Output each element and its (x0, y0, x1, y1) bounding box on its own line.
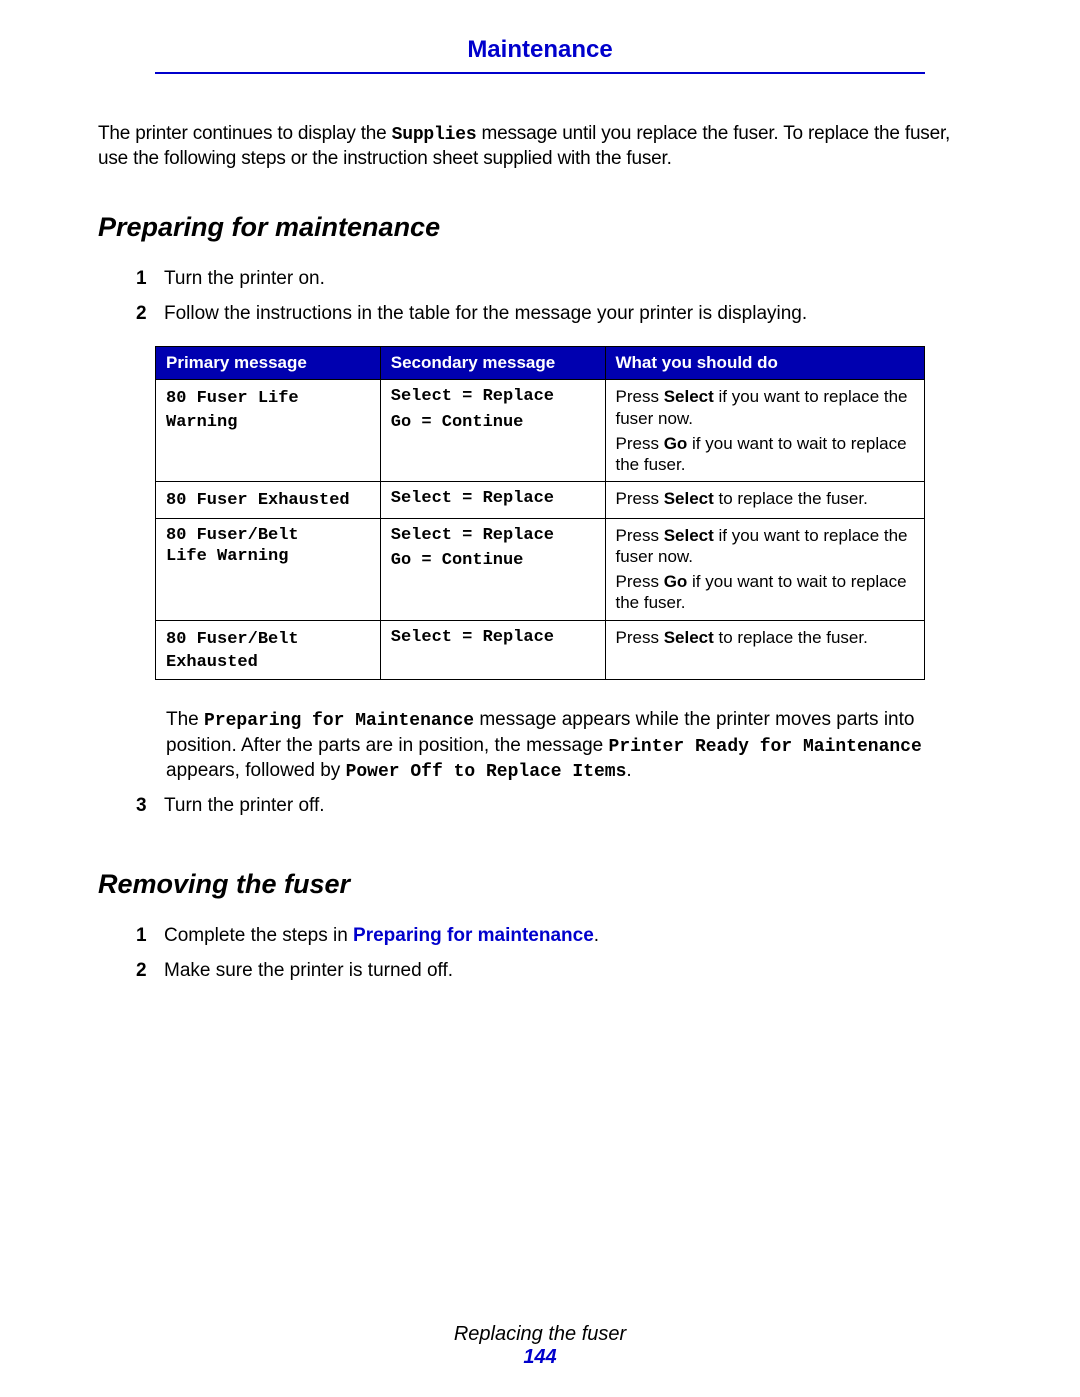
step-text: Complete the steps in Preparing for main… (164, 924, 982, 949)
cell-action: Press Select to replace the fuser. (605, 482, 925, 518)
note-keyword: Printer Ready for Maintenance (609, 737, 922, 757)
preparing-steps-list: 1 Turn the printer on. 2 Follow the inst… (136, 267, 982, 326)
secondary-msg-line: Go = Continue (391, 412, 595, 433)
primary-msg: 80 Fuser Life Warning (166, 389, 299, 431)
table-row: 80 Fuser Exhausted Select = Replace Pres… (156, 482, 925, 518)
page-footer: Replacing the fuser 144 (0, 1323, 1080, 1369)
cell-action: Press Select if you want to replace the … (605, 380, 925, 482)
secondary-msg-line: Select = Replace (391, 386, 595, 407)
cell-secondary: Select = Replace Go = Continue (380, 380, 605, 482)
maintenance-note: The Preparing for Maintenance message ap… (166, 708, 982, 784)
table-row: 80 Fuser/Belt Exhausted Select = Replace… (156, 620, 925, 680)
action-text: Press (616, 434, 664, 453)
step-text: Make sure the printer is turned off. (164, 959, 982, 984)
note-text: appears, followed by (166, 760, 346, 781)
action-text: Press (616, 489, 664, 508)
step-text: Turn the printer off. (164, 794, 982, 819)
action-key: Select (664, 628, 714, 647)
action-line: Press Select if you want to replace the … (616, 525, 915, 568)
step-text: Turn the printer on. (164, 267, 982, 292)
section-removing-heading: Removing the fuser (98, 869, 982, 900)
action-text: to replace the fuser. (714, 628, 868, 647)
cell-secondary: Select = Replace Go = Continue (380, 518, 605, 620)
intro-text-1: The printer continues to display the (98, 123, 392, 144)
cell-primary: 80 Fuser Life Warning (156, 380, 381, 482)
action-line: Press Select if you want to replace the … (616, 386, 915, 429)
note-keyword: Power Off to Replace Items (346, 762, 627, 782)
secondary-msg-line: Select = Replace (391, 627, 595, 648)
removing-steps-list: 1 Complete the steps in Preparing for ma… (136, 924, 982, 983)
step-2: 2 Follow the instructions in the table f… (136, 302, 982, 327)
step-2: 2 Make sure the printer is turned off. (136, 959, 982, 984)
step-number: 1 (136, 267, 164, 292)
table-row: 80 Fuser/Belt Life Warning Select = Repl… (156, 518, 925, 620)
action-text: to replace the fuser. (714, 489, 868, 508)
th-secondary: Secondary message (380, 347, 605, 380)
intro-paragraph: The printer continues to display the Sup… (98, 122, 982, 172)
action-line: Press Select to replace the fuser. (616, 488, 915, 509)
step-number: 2 (136, 959, 164, 984)
cell-primary: 80 Fuser/Belt Exhausted (156, 620, 381, 680)
secondary-msg-line: Select = Replace (391, 525, 595, 546)
action-key: Select (664, 526, 714, 545)
step-3: 3 Turn the printer off. (136, 794, 982, 819)
footer-page-number: 144 (0, 1346, 1080, 1369)
cell-primary: 80 Fuser Exhausted (156, 482, 381, 518)
preparing-link[interactable]: Preparing for maintenance (353, 925, 594, 946)
primary-msg: 80 Fuser/Belt Exhausted (166, 630, 299, 672)
cell-secondary: Select = Replace (380, 482, 605, 518)
table-row: 80 Fuser Life Warning Select = Replace G… (156, 380, 925, 482)
cell-secondary: Select = Replace (380, 620, 605, 680)
note-text: The (166, 709, 204, 730)
note-text: . (626, 760, 631, 781)
th-primary: Primary message (156, 347, 381, 380)
secondary-msg-line: Select = Replace (391, 488, 595, 509)
section-preparing-heading: Preparing for maintenance (98, 212, 982, 243)
step-number: 3 (136, 794, 164, 819)
action-line: Press Go if you want to wait to replace … (616, 433, 915, 476)
step-text-part: . (594, 925, 599, 946)
th-action: What you should do (605, 347, 925, 380)
page-header-title: Maintenance (98, 36, 982, 64)
step-1: 1 Complete the steps in Preparing for ma… (136, 924, 982, 949)
action-line: Press Select to replace the fuser. (616, 627, 915, 648)
primary-msg-line: 80 Fuser/Belt (166, 525, 370, 546)
primary-msg: 80 Fuser Exhausted (166, 491, 350, 510)
cell-primary: 80 Fuser/Belt Life Warning (156, 518, 381, 620)
action-line: Press Go if you want to wait to replace … (616, 571, 915, 614)
step-text: Follow the instructions in the table for… (164, 302, 982, 327)
message-table: Primary message Secondary message What y… (155, 346, 925, 680)
step-text-part: Complete the steps in (164, 925, 353, 946)
action-text: Press (616, 387, 664, 406)
header-rule (155, 72, 925, 74)
step-number: 2 (136, 302, 164, 327)
action-text: Press (616, 526, 664, 545)
action-key: Select (664, 387, 714, 406)
supplies-keyword: Supplies (392, 125, 477, 145)
cell-action: Press Select if you want to replace the … (605, 518, 925, 620)
secondary-msg-line: Go = Continue (391, 550, 595, 571)
step-number: 1 (136, 924, 164, 949)
note-keyword: Preparing for Maintenance (204, 711, 474, 731)
primary-msg-line: Life Warning (166, 546, 370, 567)
action-key: Go (664, 434, 688, 453)
action-key: Go (664, 572, 688, 591)
footer-section-title: Replacing the fuser (0, 1323, 1080, 1346)
step-1: 1 Turn the printer on. (136, 267, 982, 292)
cell-action: Press Select to replace the fuser. (605, 620, 925, 680)
action-key: Select (664, 489, 714, 508)
message-table-wrap: Primary message Secondary message What y… (98, 346, 982, 680)
action-text: Press (616, 572, 664, 591)
preparing-steps-list-cont: 3 Turn the printer off. (136, 794, 982, 819)
action-text: Press (616, 628, 664, 647)
